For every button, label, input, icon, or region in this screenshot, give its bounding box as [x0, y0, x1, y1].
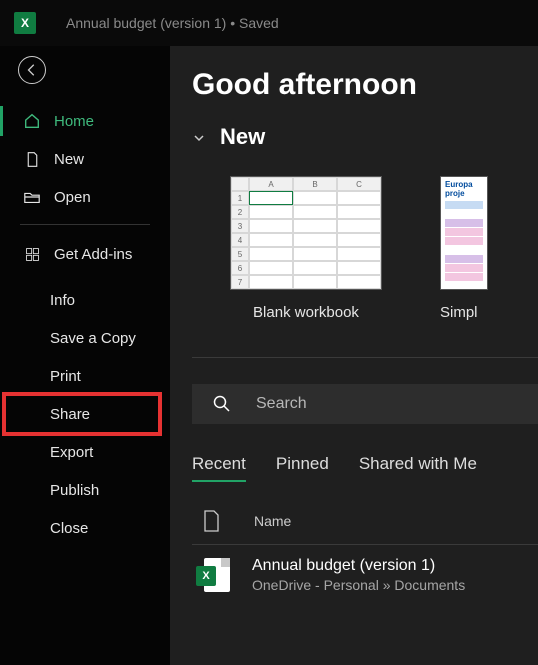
nav-new[interactable]: New: [0, 140, 170, 178]
nav-info[interactable]: Info: [0, 281, 170, 319]
excel-file-icon: X: [196, 558, 230, 592]
folder-open-icon: [22, 187, 42, 207]
back-button[interactable]: [18, 56, 46, 84]
nav-open[interactable]: Open: [0, 178, 170, 216]
nav-share[interactable]: Share: [0, 395, 170, 433]
sidebar-divider: [20, 224, 150, 225]
backstage-main: Good afternoon New A B C 1 2 3 4 5: [170, 46, 538, 665]
search-placeholder: Search: [256, 395, 307, 413]
file-list-header[interactable]: Name: [192, 506, 538, 545]
template-label: Simpl: [440, 304, 478, 321]
nav-label: Info: [50, 292, 75, 309]
nav-label: Export: [50, 444, 93, 461]
template-gallery: A B C 1 2 3 4 5 6 7 Blank workbook: [192, 176, 538, 321]
template-thumbnail: A B C 1 2 3 4 5 6 7: [230, 176, 382, 290]
template-thumbnail: Europa proje: [440, 176, 488, 290]
search-box[interactable]: Search: [192, 384, 538, 424]
nav-label: Close: [50, 520, 88, 537]
nav-label: Open: [54, 189, 91, 206]
nav-label: New: [54, 151, 84, 168]
nav-close[interactable]: Close: [0, 509, 170, 547]
tab-pinned[interactable]: Pinned: [276, 454, 329, 482]
nav-label: Share: [50, 406, 90, 423]
tab-recent[interactable]: Recent: [192, 454, 246, 482]
nav-label: Get Add-ins: [54, 246, 132, 263]
nav-addins[interactable]: Get Add-ins: [0, 235, 170, 273]
section-label: New: [220, 124, 265, 150]
nav-save-copy[interactable]: Save a Copy: [0, 319, 170, 357]
nav-publish[interactable]: Publish: [0, 471, 170, 509]
file-row[interactable]: X Annual budget (version 1) OneDrive - P…: [192, 545, 538, 593]
section-new-header[interactable]: New: [192, 124, 538, 150]
nav-export[interactable]: Export: [0, 433, 170, 471]
backstage-sidebar: Home New Open Get Add-ins Info Save: [0, 46, 170, 665]
addins-icon: [22, 244, 42, 264]
file-name: Annual budget (version 1): [252, 557, 465, 575]
section-divider: [192, 357, 538, 358]
nav-home[interactable]: Home: [0, 102, 170, 140]
excel-app-icon: X: [14, 12, 36, 34]
col-name: Name: [254, 513, 291, 529]
chevron-down-icon: [192, 131, 206, 145]
new-file-icon: [22, 149, 42, 169]
nav-print[interactable]: Print: [0, 357, 170, 395]
greeting: Good afternoon: [192, 68, 538, 102]
template-simple[interactable]: Europa proje Simpl: [440, 176, 488, 321]
nav-label: Home: [54, 113, 94, 130]
nav-label: Print: [50, 368, 81, 385]
doc-title: Annual budget (version 1) • Saved: [66, 15, 279, 31]
nav-label: Save a Copy: [50, 330, 136, 347]
back-arrow-icon: [25, 63, 39, 77]
titlebar: X Annual budget (version 1) • Saved: [0, 0, 538, 46]
search-icon: [212, 394, 232, 414]
tab-shared[interactable]: Shared with Me: [359, 454, 477, 482]
nav-label: Publish: [50, 482, 99, 499]
template-label: Blank workbook: [253, 304, 359, 321]
template-blank-workbook[interactable]: A B C 1 2 3 4 5 6 7 Blank workbook: [230, 176, 382, 321]
file-icon: [200, 510, 222, 532]
recent-tabs: Recent Pinned Shared with Me: [192, 454, 538, 482]
home-icon: [22, 111, 42, 131]
file-path: OneDrive - Personal » Documents: [252, 577, 465, 593]
